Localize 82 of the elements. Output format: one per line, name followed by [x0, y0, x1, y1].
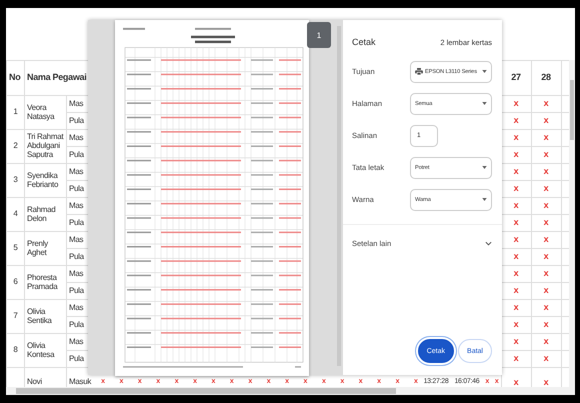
- absent-mark: x: [544, 268, 548, 278]
- employee-name: Novi: [27, 377, 42, 386]
- attendance-type: Mas: [69, 166, 84, 176]
- row-number: 2: [13, 141, 18, 150]
- row-number: 4: [13, 209, 18, 218]
- absent-mark: x: [514, 377, 518, 387]
- row-number: 8: [13, 345, 18, 354]
- absent-mark: x: [544, 302, 548, 312]
- row-number: 7: [13, 311, 18, 320]
- row-number: 5: [13, 243, 18, 252]
- absent-mark: x: [514, 132, 518, 142]
- caret-icon: [482, 70, 487, 73]
- absent-mark: x: [544, 319, 548, 330]
- column-header: 28: [541, 72, 551, 82]
- employee-name: Rahmad Delon: [27, 204, 56, 222]
- employee-name: Syendika Febrianto: [27, 170, 58, 188]
- absent-mark: x: [514, 302, 518, 312]
- caret-icon: [482, 198, 487, 201]
- attendance-type: Pula: [69, 218, 84, 227]
- absent-mark: x: [514, 149, 518, 160]
- column-header: No: [6, 60, 24, 96]
- printer-icon: [415, 68, 423, 75]
- employee-name: Prenly Aghet: [27, 238, 48, 256]
- attendance-type: Pula: [69, 184, 84, 193]
- absent-mark: x: [544, 166, 548, 176]
- column-header: Nama Pegawai: [27, 72, 86, 82]
- absent-mark: x: [544, 132, 548, 142]
- attendance-type: Mas: [69, 200, 84, 210]
- row-number: 3: [13, 175, 18, 184]
- absent-mark: x: [514, 200, 518, 210]
- absent-mark: x: [514, 115, 518, 126]
- chevron-down-icon: [485, 241, 492, 246]
- employee-name: Tri Rahmat Abdulgani Saputra: [27, 132, 64, 159]
- absent-mark: x: [544, 285, 548, 296]
- scrollbar[interactable]: [569, 60, 575, 387]
- absent-mark: x: [544, 377, 548, 387]
- attendance-type: Mas: [69, 98, 84, 108]
- absent-mark: x: [544, 217, 548, 228]
- absent-mark: x: [514, 251, 518, 262]
- employee-name: Phoresta Pramada: [27, 272, 58, 290]
- absent-mark: x: [514, 268, 518, 278]
- absent-mark: x: [514, 234, 518, 244]
- absent-mark: x: [544, 183, 548, 194]
- attendance-type: Mas: [69, 336, 84, 346]
- absent-mark: x: [514, 166, 518, 176]
- absent-mark: x: [544, 98, 548, 108]
- attendance-type: Mas: [69, 268, 84, 278]
- attendance-type: Pula: [69, 320, 84, 329]
- absent-mark: x: [514, 319, 518, 330]
- absent-mark: x: [544, 336, 548, 346]
- caret-icon: [482, 102, 487, 105]
- absent-mark: x: [544, 149, 548, 160]
- attendance-type: Pula: [69, 354, 84, 363]
- row-number: 1: [13, 107, 18, 116]
- absent-mark: x: [544, 115, 548, 126]
- attendance-type: Mas: [69, 302, 84, 312]
- employee-name: Olivia Kontesa: [27, 340, 54, 358]
- absent-mark: x: [514, 353, 518, 364]
- attendance-type: Pula: [69, 150, 84, 159]
- absent-mark: x: [544, 251, 548, 262]
- caret-icon: [482, 166, 487, 169]
- absent-mark: x: [514, 217, 518, 228]
- attendance-type: Mas: [69, 132, 84, 142]
- employee-name: Olivia Sentika: [27, 306, 52, 324]
- absent-mark: x: [514, 336, 518, 346]
- attendance-type: Pula: [69, 252, 84, 261]
- absent-mark: x: [544, 234, 548, 244]
- attendance-type: Pula: [69, 286, 84, 295]
- employee-name: Veora Natasya: [27, 102, 54, 120]
- column-header: 27: [511, 72, 521, 82]
- attendance-type: Pula: [69, 116, 84, 125]
- absent-mark: x: [514, 183, 518, 194]
- absent-mark: x: [514, 98, 518, 108]
- page-number-badge: 1: [307, 22, 331, 48]
- absent-mark: x: [514, 285, 518, 296]
- attendance-type: Mas: [69, 234, 84, 244]
- attendance-type: Masuk: [69, 377, 92, 387]
- row-number: 6: [13, 277, 18, 286]
- absent-mark: x: [544, 353, 548, 364]
- scrollbar[interactable]: [6, 387, 575, 395]
- dialog-title: Cetak: [352, 37, 376, 47]
- absent-mark: x: [544, 200, 548, 210]
